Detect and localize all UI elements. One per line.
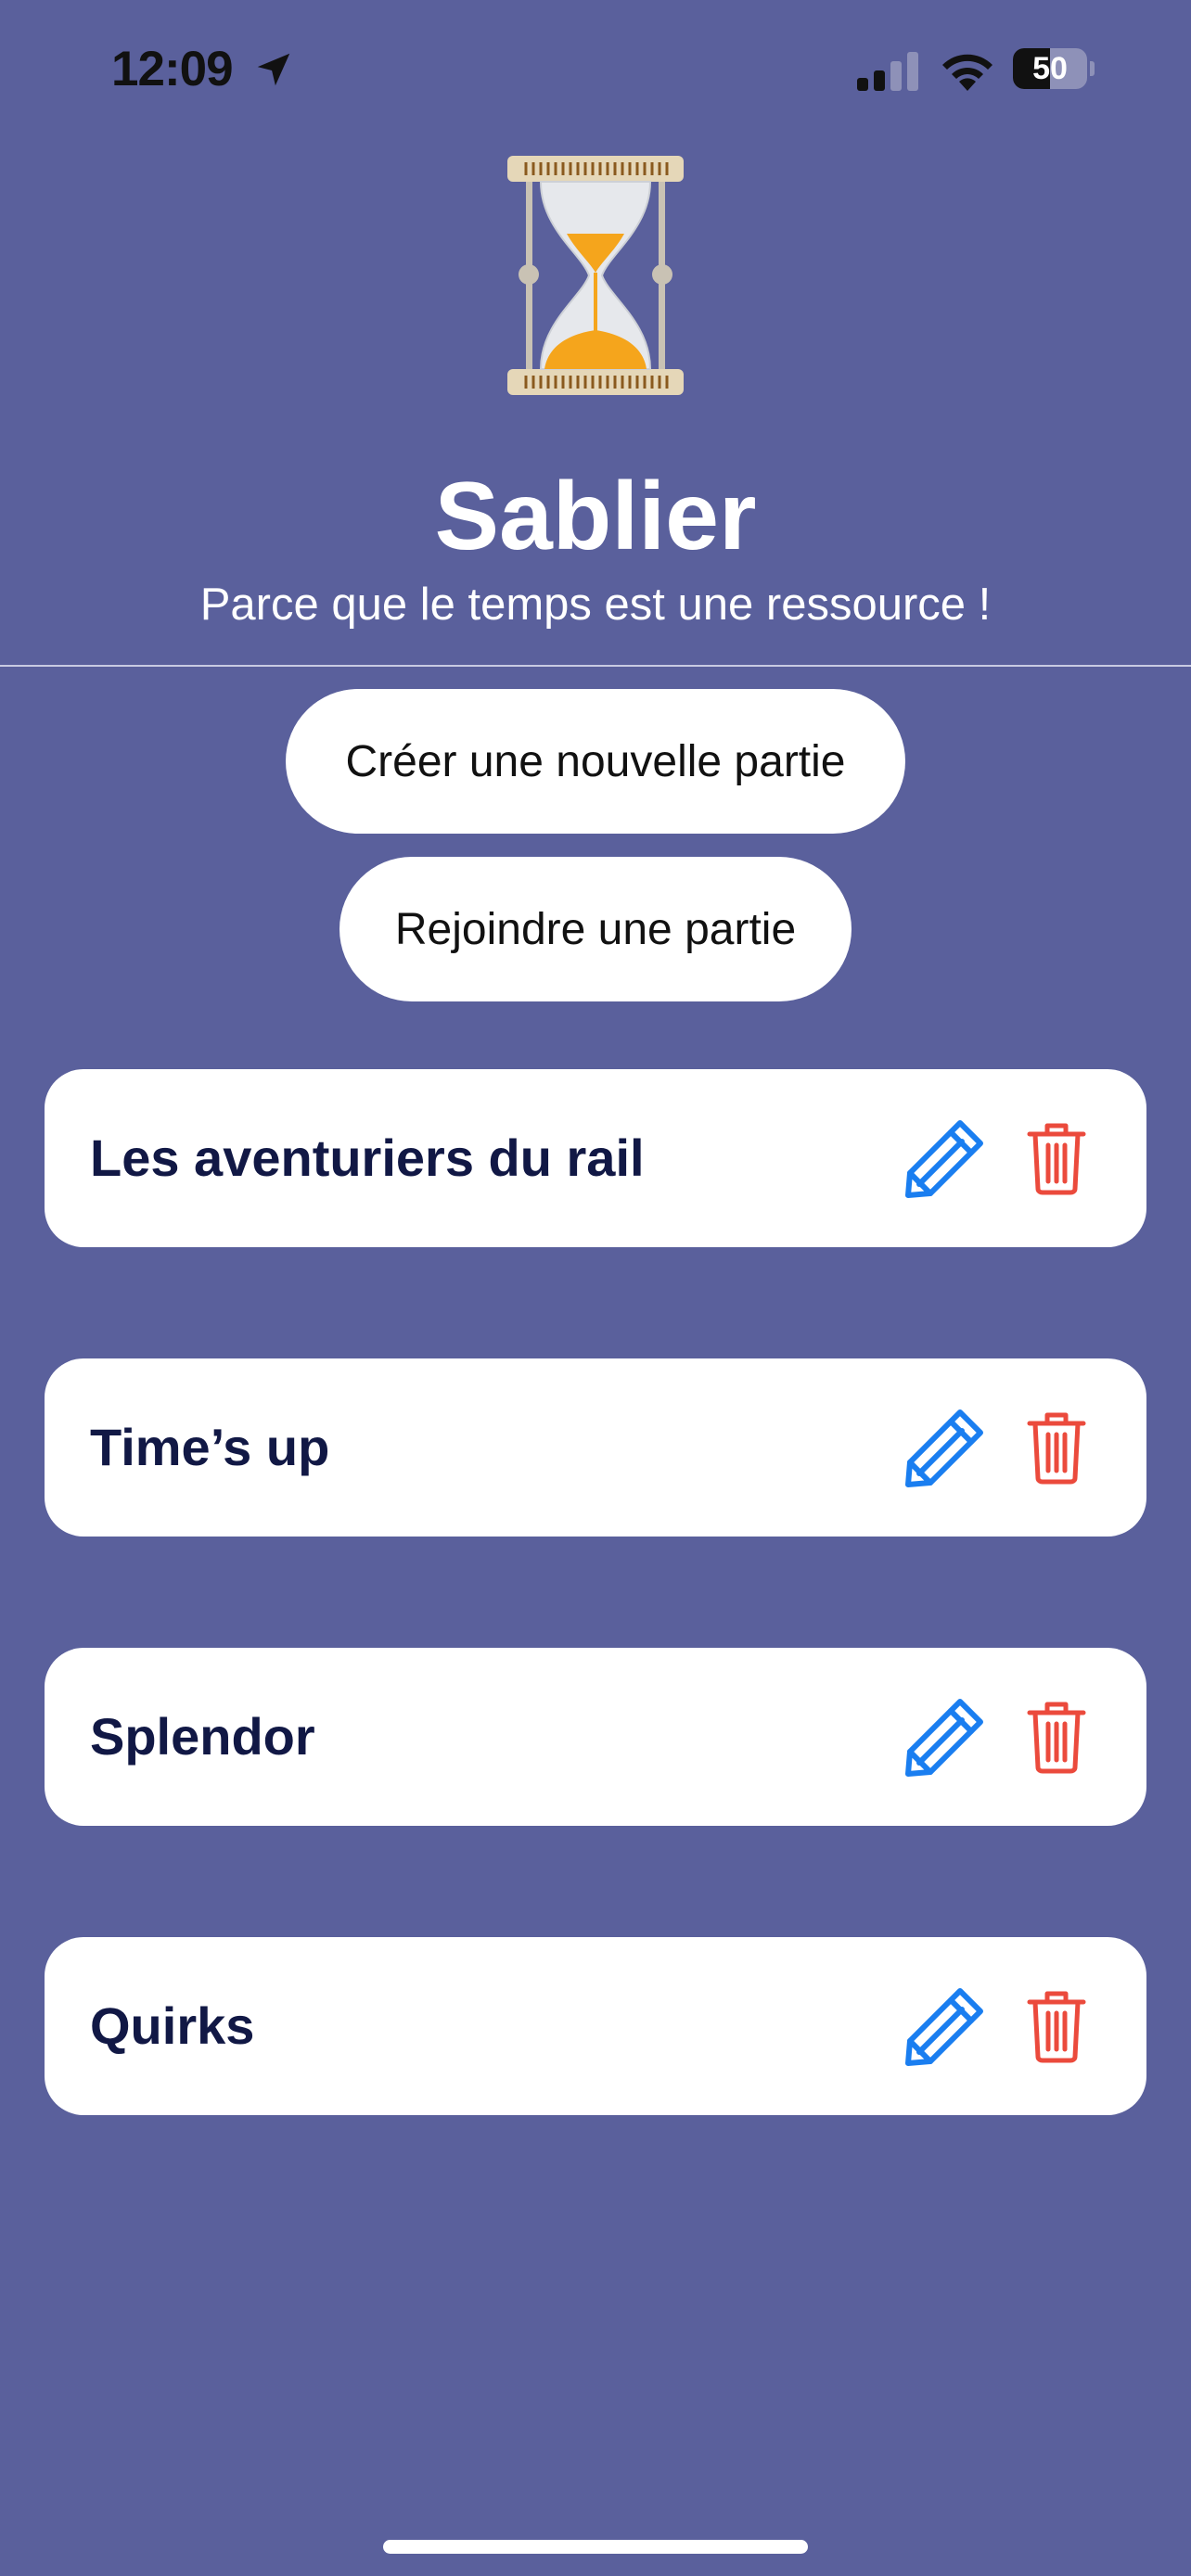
location-arrow-icon xyxy=(257,53,290,86)
wifi-icon xyxy=(942,54,992,91)
home-indicator[interactable] xyxy=(383,2540,808,2554)
status-time: 12:09 xyxy=(111,42,234,96)
join-game-button[interactable]: Rejoindre une partie xyxy=(339,857,852,1001)
delete-game-button[interactable] xyxy=(1026,1989,1087,2063)
game-card[interactable]: Les aventuriers du rail xyxy=(45,1069,1146,1247)
app-title: Sablier xyxy=(434,463,757,570)
game-name: Quirks xyxy=(90,1996,255,2055)
edit-game-button[interactable] xyxy=(903,1116,988,1201)
header-divider xyxy=(0,665,1191,667)
game-name: Time’s up xyxy=(90,1418,330,1476)
game-list: Les aventuriers du rail Time’s up Splend… xyxy=(45,1069,1146,2226)
game-card[interactable]: Splendor xyxy=(45,1648,1146,1826)
game-card[interactable]: Time’s up xyxy=(45,1358,1146,1537)
create-game-button[interactable]: Créer une nouvelle partie xyxy=(286,689,905,834)
game-name: Splendor xyxy=(90,1707,315,1766)
trash-icon xyxy=(1027,1991,1086,2063)
delete-game-button[interactable] xyxy=(1026,1121,1087,1195)
edit-game-button[interactable] xyxy=(903,1405,988,1490)
trash-icon xyxy=(1027,1123,1086,1195)
delete-game-button[interactable] xyxy=(1026,1410,1087,1485)
edit-game-button[interactable] xyxy=(903,1983,988,2069)
pencil-icon xyxy=(905,1988,983,2066)
game-name: Les aventuriers du rail xyxy=(90,1129,645,1187)
edit-game-button[interactable] xyxy=(903,1694,988,1779)
hourglass-icon xyxy=(507,156,684,395)
pencil-icon xyxy=(905,1699,983,1777)
trash-icon xyxy=(1027,1412,1086,1485)
status-bar: 12:09 50 xyxy=(0,0,1191,139)
pencil-icon xyxy=(905,1120,983,1198)
cellular-signal-icon xyxy=(857,52,918,91)
trash-icon xyxy=(1027,1702,1086,1774)
battery-percent: 50 xyxy=(1032,51,1068,86)
pencil-icon xyxy=(905,1409,983,1487)
app-subtitle: Parce que le temps est une ressource ! xyxy=(199,580,992,630)
delete-game-button[interactable] xyxy=(1026,1700,1087,1774)
game-card[interactable]: Quirks xyxy=(45,1937,1146,2115)
battery-icon: 50 xyxy=(1013,48,1095,89)
